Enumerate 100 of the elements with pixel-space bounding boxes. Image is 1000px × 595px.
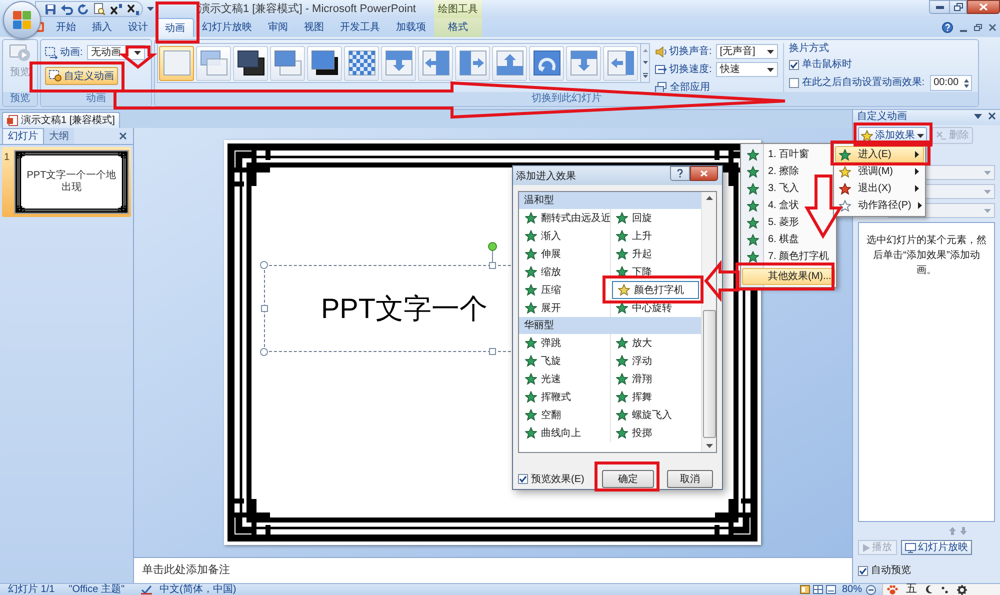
checkbox[interactable] [788, 60, 799, 70]
scrollbar[interactable] [701, 192, 716, 452]
close-icon[interactable] [989, 24, 996, 31]
speed-dropdown[interactable]: 快速 [716, 62, 778, 77]
effect-option[interactable]: 伸展 [519, 245, 610, 263]
ribbon-tab[interactable]: 开发工具 [332, 18, 388, 37]
effect-option[interactable]: 弹跳 [519, 334, 610, 352]
close-button[interactable] [967, 0, 1000, 14]
customize-caret-icon[interactable] [147, 7, 154, 11]
dots-icon[interactable] [941, 585, 949, 594]
scroll-down-icon[interactable] [706, 444, 712, 448]
ribbon-tab[interactable]: 动画 [156, 18, 194, 37]
checkbox[interactable] [788, 78, 799, 88]
transition-thumbnail[interactable] [270, 46, 305, 80]
transition-thumbnail[interactable] [233, 46, 268, 80]
restore-button[interactable] [950, 0, 967, 14]
transition-thumbnail[interactable] [418, 46, 453, 80]
rotate-handle[interactable] [488, 242, 497, 262]
slide-sorter-icon[interactable] [812, 585, 823, 594]
normal-view-icon[interactable] [800, 585, 810, 594]
menu-item[interactable]: 进入(E) [835, 146, 924, 163]
cancel-button[interactable]: 取消 [667, 470, 713, 488]
moon-icon[interactable] [925, 585, 933, 594]
subscript-icon[interactable] [127, 4, 139, 14]
menu-item[interactable]: 7. 颜色打字机 [742, 248, 835, 265]
effect-option[interactable]: 渐入 [519, 227, 610, 245]
minimize-button[interactable] [929, 0, 950, 14]
transition-thumbnail[interactable] [529, 46, 564, 80]
checkbox[interactable] [518, 474, 528, 484]
ribbon-tab[interactable]: 插入 [84, 18, 120, 37]
effect-option[interactable]: 翻转式由远及近 [519, 209, 610, 227]
menu-item[interactable]: 5. 菱形 [742, 214, 835, 231]
menu-item[interactable]: 强调(M) [835, 163, 924, 180]
effect-option[interactable]: 挥鞭式 [519, 388, 610, 406]
gallery-more-icon[interactable] [642, 72, 648, 78]
ribbon-tab[interactable]: 幻灯片放映 [194, 18, 260, 37]
notes-field[interactable]: 单击此处添加备注 [134, 557, 852, 583]
ribbon-tab[interactable]: 视图 [296, 18, 332, 37]
transition-thumbnail[interactable] [603, 46, 638, 80]
ribbon-tab[interactable]: 开始 [48, 18, 84, 37]
menu-item[interactable]: 动作路径(P) [835, 197, 924, 214]
ribbon-tab[interactable]: 格式 [434, 18, 482, 37]
slideshow-button[interactable]: 幻灯片放映 [901, 540, 972, 555]
menu-item[interactable]: 3. 飞入 [742, 180, 835, 197]
ribbon-tab[interactable]: 加载项 [388, 18, 434, 37]
slide-thumbnail-row[interactable]: 1 PPT文字一个一个地出现 [2, 147, 131, 217]
effect-option[interactable]: 曲线向上 [519, 424, 610, 442]
close-icon[interactable] [119, 132, 127, 140]
transition-thumbnail[interactable] [455, 46, 490, 80]
page-magnifier-icon[interactable] [94, 3, 105, 15]
document-tab[interactable]: 演示文稿1 [兼容模式] [2, 112, 120, 128]
resize-handle[interactable] [489, 262, 496, 269]
transition-thumbnail[interactable] [196, 46, 231, 80]
menu-item[interactable]: 6. 棋盘 [742, 231, 835, 248]
time-spinner[interactable]: 00:00 [930, 75, 972, 91]
help-icon[interactable] [942, 22, 953, 33]
effect-option[interactable]: 颜色打字机 [612, 281, 699, 299]
effect-option[interactable]: 空翻 [519, 406, 610, 424]
close-button[interactable] [690, 166, 718, 181]
transition-thumbnail[interactable] [381, 46, 416, 80]
effect-option[interactable]: 飞旋 [519, 352, 610, 370]
checkbox[interactable] [858, 566, 868, 576]
effect-option[interactable]: 缩放 [519, 263, 610, 281]
scrollbar-thumb[interactable] [702, 310, 716, 438]
effect-option[interactable]: 展开 [519, 299, 610, 317]
scroll-up-icon[interactable] [706, 196, 712, 200]
zoom-out-icon[interactable] [866, 584, 876, 594]
menu-item[interactable]: 退出(X) [835, 180, 924, 197]
save-icon[interactable] [45, 4, 56, 14]
custom-animation-button[interactable]: 自定义动画 [45, 67, 118, 85]
input-mode-label[interactable]: 五 [906, 584, 917, 595]
close-icon[interactable] [988, 112, 996, 120]
menu-item[interactable]: 其他效果(M)... [742, 268, 835, 285]
transition-thumbnail[interactable] [159, 46, 194, 80]
effect-option[interactable]: 光速 [519, 370, 610, 388]
restore-icon[interactable] [974, 24, 982, 31]
resize-handle[interactable] [260, 261, 268, 269]
pane-menu-icon[interactable] [974, 114, 982, 119]
gear-icon[interactable] [957, 584, 967, 594]
ribbon-tab[interactable]: 审阅 [260, 18, 296, 37]
resize-handle[interactable] [261, 305, 268, 312]
undo-icon[interactable] [61, 4, 73, 14]
resize-handle[interactable] [489, 348, 496, 355]
panel-tab[interactable]: 大纲 [44, 128, 74, 144]
redo-icon[interactable] [78, 4, 89, 14]
ok-button[interactable]: 确定 [602, 470, 654, 488]
transition-thumbnail[interactable] [344, 46, 379, 80]
menu-item[interactable]: 4. 盒状 [742, 197, 835, 214]
menu-item[interactable]: 1. 百叶窗 [742, 146, 835, 163]
sound-dropdown[interactable]: [无声音] [716, 44, 778, 59]
transition-thumbnail[interactable] [307, 46, 342, 80]
minimize-icon[interactable] [960, 30, 967, 32]
ribbon-tab[interactable]: 设计 [120, 18, 156, 37]
resize-handle[interactable] [260, 348, 268, 356]
superscript-icon[interactable] [110, 4, 122, 14]
panel-tab[interactable]: 幻灯片 [2, 128, 44, 144]
transition-thumbnail[interactable] [566, 46, 601, 80]
reading-view-icon[interactable] [826, 585, 836, 594]
help-button[interactable] [670, 166, 690, 181]
scroll-down-icon[interactable] [642, 60, 648, 64]
